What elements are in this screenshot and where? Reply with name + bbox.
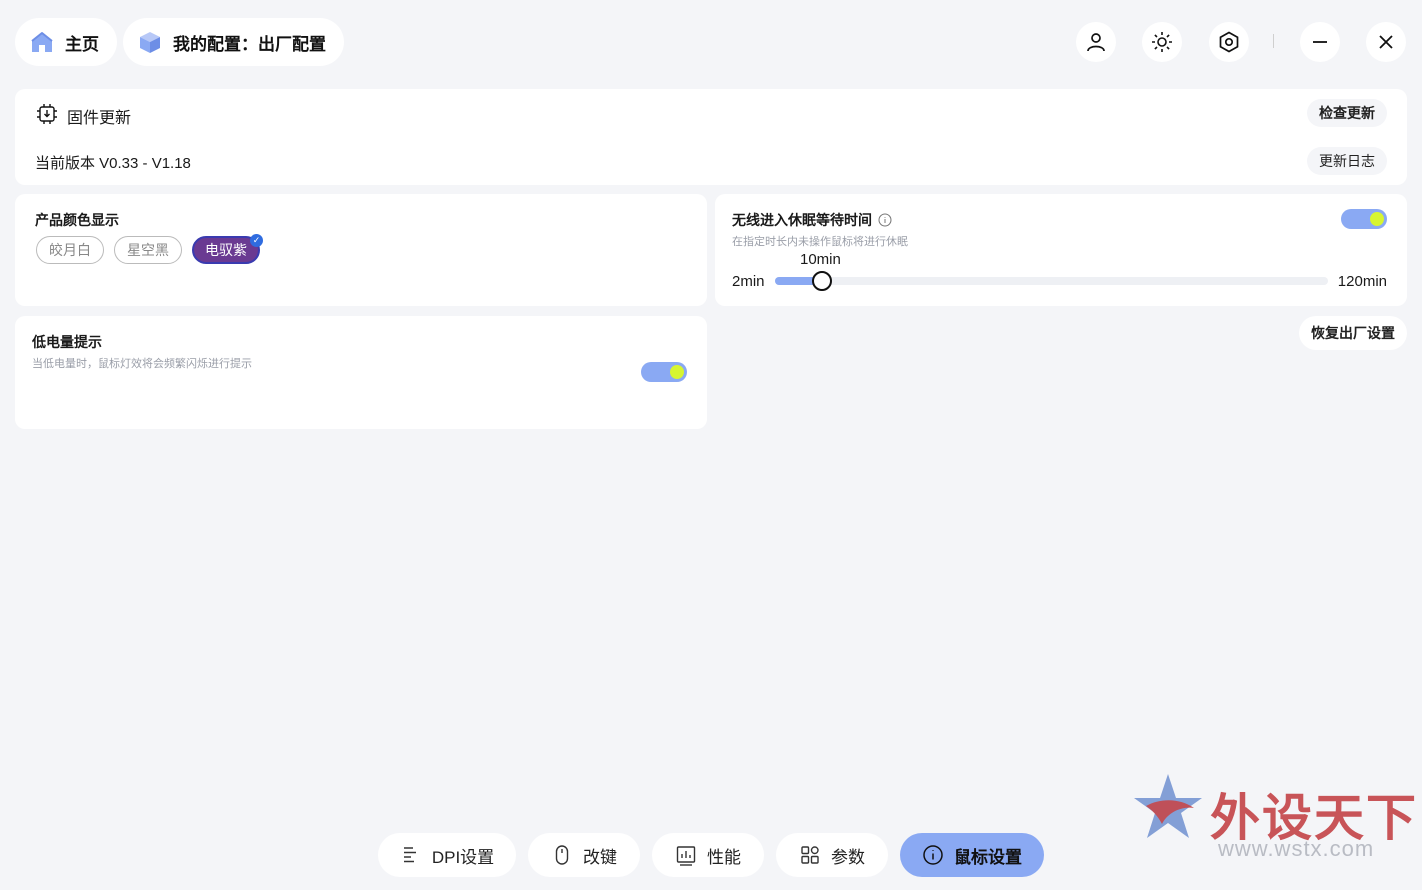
sleep-slider-thumb[interactable] — [812, 271, 832, 291]
sleep-slider-track[interactable] — [775, 271, 1328, 291]
tab-remap-label: 改键 — [583, 847, 617, 867]
firmware-title: 固件更新 — [67, 110, 132, 127]
tab-performance[interactable]: 性能 — [652, 833, 764, 877]
slider-value-label: 10min — [800, 251, 841, 268]
firmware-version: 当前版本 V0.33 - V1.18 — [35, 155, 191, 172]
color-option-purple[interactable]: 电驭紫 ✓ — [192, 234, 263, 264]
performance-icon — [676, 846, 696, 866]
sleep-card: 无线进入休眠等待时间 在指定时长内未操作鼠标将进行休眠 10min 2min 1… — [715, 194, 1407, 306]
watermark-url: www.wstx.com — [1218, 836, 1375, 861]
slider-min-label: 2min — [732, 273, 765, 290]
low-battery-toggle[interactable] — [641, 362, 687, 382]
brightness-icon — [1152, 32, 1172, 52]
settings-hex-icon — [1219, 31, 1239, 53]
tab-params[interactable]: 参数 — [776, 833, 888, 877]
firmware-chip-icon — [37, 104, 57, 124]
home-icon — [31, 32, 53, 52]
user-icon — [1087, 33, 1105, 52]
close-icon — [1379, 35, 1393, 49]
sleep-title-row: 无线进入休眠等待时间 — [732, 210, 892, 230]
tab-dpi-label: DPI设置 — [431, 847, 495, 867]
firmware-card: 固件更新 当前版本 V0.33 - V1.18 检查更新 更新日志 — [15, 89, 1407, 185]
home-button[interactable]: 主页 — [15, 18, 117, 66]
low-battery-subtitle: 当低电量时，鼠标灯效将会频繁闪烁进行提示 — [32, 358, 252, 370]
config-button[interactable]: 我的配置：出厂配置 — [123, 18, 344, 66]
params-grid-icon — [801, 846, 819, 864]
user-button[interactable] — [1076, 22, 1116, 62]
low-battery-title: 低电量提示 — [32, 334, 102, 350]
factory-reset-button[interactable]: 恢复出厂设置 — [1299, 316, 1407, 350]
mouse-icon — [555, 845, 569, 865]
sleep-toggle[interactable] — [1341, 209, 1387, 229]
check-update-button[interactable]: 检查更新 — [1307, 99, 1387, 127]
minimize-button[interactable] — [1300, 22, 1340, 62]
dpi-icon — [403, 847, 416, 863]
config-label: 我的配置：出厂配置 — [173, 34, 326, 54]
color-display-card: 产品颜色显示 皎月白 星空黑 电驭紫 ✓ — [15, 194, 707, 306]
tab-remap[interactable]: 改键 — [528, 833, 640, 877]
color-option-black[interactable]: 星空黑 — [114, 236, 182, 264]
toggle-knob — [670, 365, 684, 379]
tab-mouse-settings-label: 鼠标设置 — [954, 847, 1022, 867]
slider-max-label: 120min — [1337, 273, 1387, 290]
color-option-purple-label: 电驭紫 — [205, 242, 247, 258]
check-icon: ✓ — [250, 234, 263, 247]
tab-params-label: 参数 — [831, 847, 865, 867]
cube-icon — [140, 32, 160, 53]
info-icon[interactable] — [878, 213, 892, 227]
divider — [1273, 34, 1274, 48]
home-label: 主页 — [65, 34, 99, 54]
color-option-white[interactable]: 皎月白 — [36, 236, 104, 264]
brightness-button[interactable] — [1142, 22, 1182, 62]
info-icon — [923, 845, 943, 865]
sleep-title: 无线进入休眠等待时间 — [732, 212, 872, 228]
watermark-logo-icon — [1134, 774, 1202, 838]
tab-mouse-settings[interactable]: 鼠标设置 — [900, 833, 1044, 877]
sleep-subtitle: 在指定时长内未操作鼠标将进行休眠 — [732, 236, 908, 248]
tab-performance-label: 性能 — [707, 847, 741, 867]
minimize-icon — [1313, 41, 1327, 43]
tab-dpi[interactable]: DPI设置 — [378, 833, 516, 877]
changelog-button[interactable]: 更新日志 — [1307, 147, 1387, 175]
settings-button[interactable] — [1209, 22, 1249, 62]
low-battery-card: 低电量提示 当低电量时，鼠标灯效将会频繁闪烁进行提示 — [15, 316, 707, 429]
toggle-knob — [1370, 212, 1384, 226]
color-display-title: 产品颜色显示 — [35, 212, 119, 228]
close-button[interactable] — [1366, 22, 1406, 62]
